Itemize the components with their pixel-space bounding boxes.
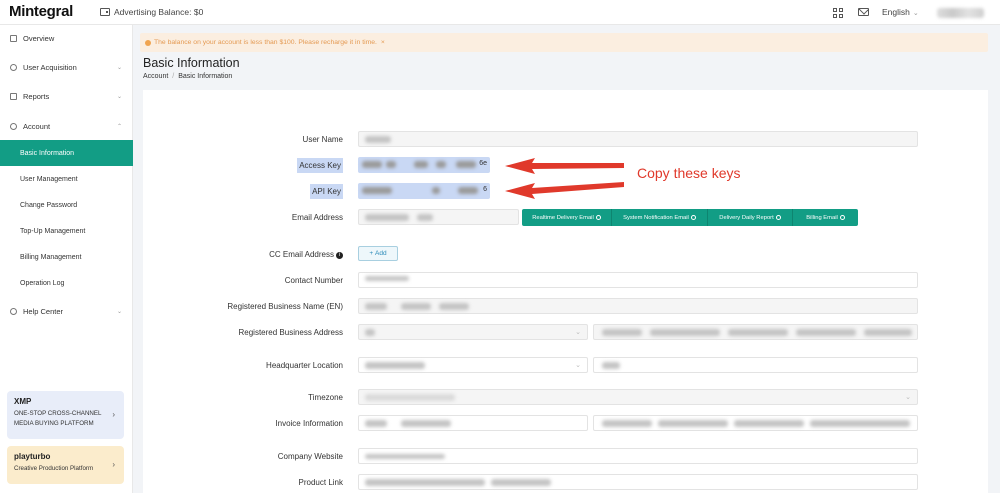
arrow-to-access-key (505, 158, 624, 174)
annotation-arrows (505, 158, 624, 199)
arrow-to-api-key (505, 182, 624, 199)
copy-keys-annotation: Copy these keys (637, 165, 741, 181)
